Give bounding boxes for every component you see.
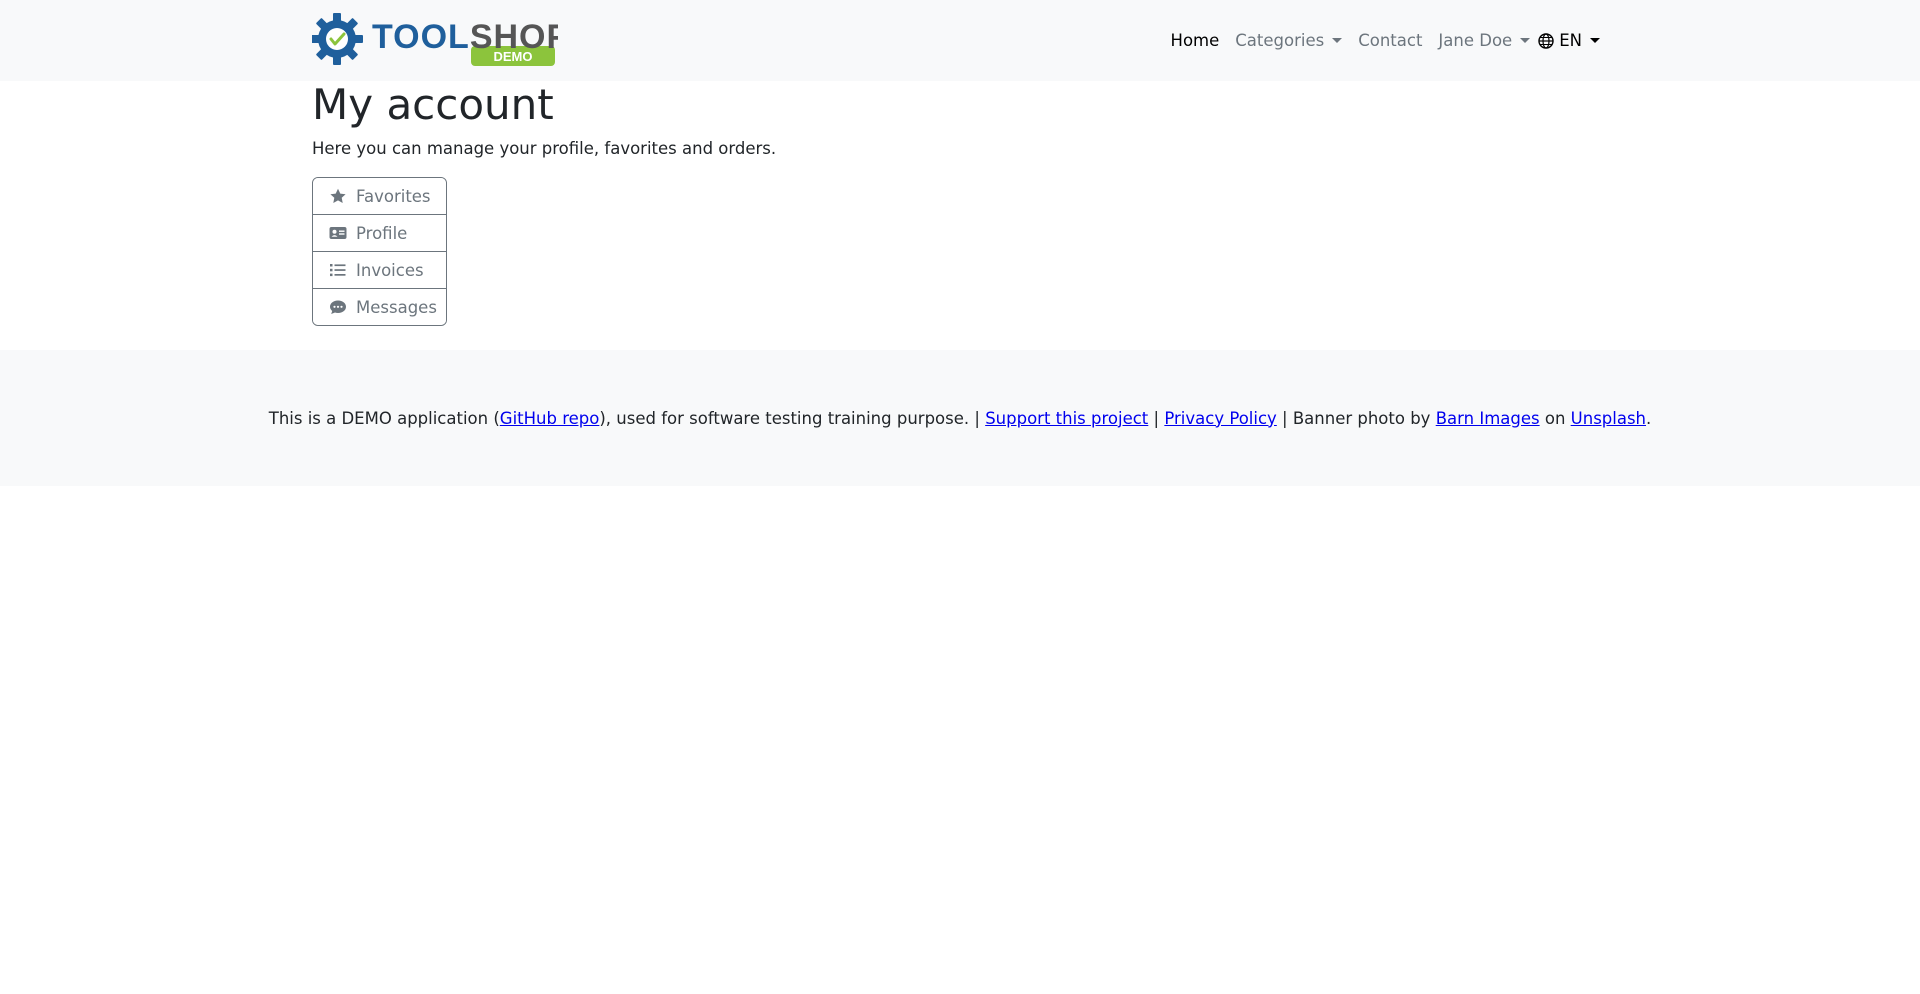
footer-text-segment: This is a DEMO application ( bbox=[268, 408, 500, 428]
menu-item-messages[interactable]: Messages bbox=[313, 288, 446, 325]
caret-down-icon bbox=[1520, 38, 1531, 43]
comment-icon bbox=[330, 300, 346, 314]
menu-item-profile[interactable]: Profile bbox=[313, 214, 446, 251]
nav-contact-label: Contact bbox=[1358, 31, 1423, 50]
nav-categories-dropdown[interactable]: Categories bbox=[1227, 31, 1350, 50]
menu-item-label: Invoices bbox=[356, 260, 424, 280]
menu-item-label: Profile bbox=[356, 223, 408, 243]
nav-user-menu[interactable]: Jane Doe bbox=[1430, 31, 1538, 50]
menu-item-invoices[interactable]: Invoices bbox=[313, 251, 446, 288]
star-icon bbox=[330, 188, 346, 203]
globe-icon bbox=[1538, 32, 1554, 49]
toolshop-logo[interactable]: DEMO TOOLSHOP bbox=[311, 12, 569, 68]
main-nav: Home Categories Contact Jane Doe EN bbox=[1163, 0, 1608, 81]
account-menu: Favorites Profile Invoices Messages bbox=[312, 177, 447, 326]
support-project-link[interactable]: Support this project bbox=[985, 409, 1148, 428]
privacy-policy-link[interactable]: Privacy Policy bbox=[1164, 409, 1276, 428]
footer-text-segment: ), used for software testing training pu… bbox=[599, 408, 986, 428]
nav-home-label: Home bbox=[1170, 31, 1220, 50]
language-selector[interactable]: EN bbox=[1538, 31, 1608, 50]
gear-icon bbox=[311, 13, 363, 65]
navbar: DEMO TOOLSHOP Home Categories Contact Ja… bbox=[0, 0, 1920, 81]
logo-text-tool: TOOL bbox=[372, 18, 470, 56]
menu-item-label: Favorites bbox=[356, 186, 431, 206]
nav-categories-label: Categories bbox=[1235, 31, 1325, 50]
footer-text-segment: . bbox=[1646, 408, 1652, 428]
caret-down-icon bbox=[1332, 38, 1343, 43]
page-title: My account bbox=[312, 80, 554, 129]
menu-item-favorites[interactable]: Favorites bbox=[313, 178, 446, 214]
nav-user-label: Jane Doe bbox=[1438, 31, 1513, 50]
unsplash-link[interactable]: Unsplash bbox=[1571, 409, 1646, 428]
github-repo-link[interactable]: GitHub repo bbox=[500, 409, 600, 428]
footer-text-segment: | bbox=[1148, 408, 1165, 428]
footer-text: This is a DEMO application (GitHub repo)… bbox=[269, 409, 1652, 428]
menu-item-label: Messages bbox=[356, 297, 437, 317]
language-label: EN bbox=[1559, 31, 1582, 50]
list-icon bbox=[330, 264, 346, 277]
id-card-icon bbox=[329, 227, 347, 239]
footer-text-segment: on bbox=[1539, 408, 1571, 428]
footer: This is a DEMO application (GitHub repo)… bbox=[0, 350, 1920, 486]
nav-contact[interactable]: Contact bbox=[1350, 31, 1430, 50]
logo-text-shop: SHOP bbox=[470, 18, 558, 56]
page-subtitle: Here you can manage your profile, favori… bbox=[312, 139, 777, 158]
caret-down-icon bbox=[1590, 38, 1600, 43]
toolshop-logo-graphic: DEMO TOOLSHOP bbox=[311, 13, 569, 66]
barn-images-link[interactable]: Barn Images bbox=[1436, 409, 1540, 428]
footer-text-segment: | Banner photo by bbox=[1276, 408, 1436, 428]
svg-text:TOOLSHOP: TOOLSHOP bbox=[372, 18, 558, 56]
nav-home[interactable]: Home bbox=[1163, 31, 1228, 50]
